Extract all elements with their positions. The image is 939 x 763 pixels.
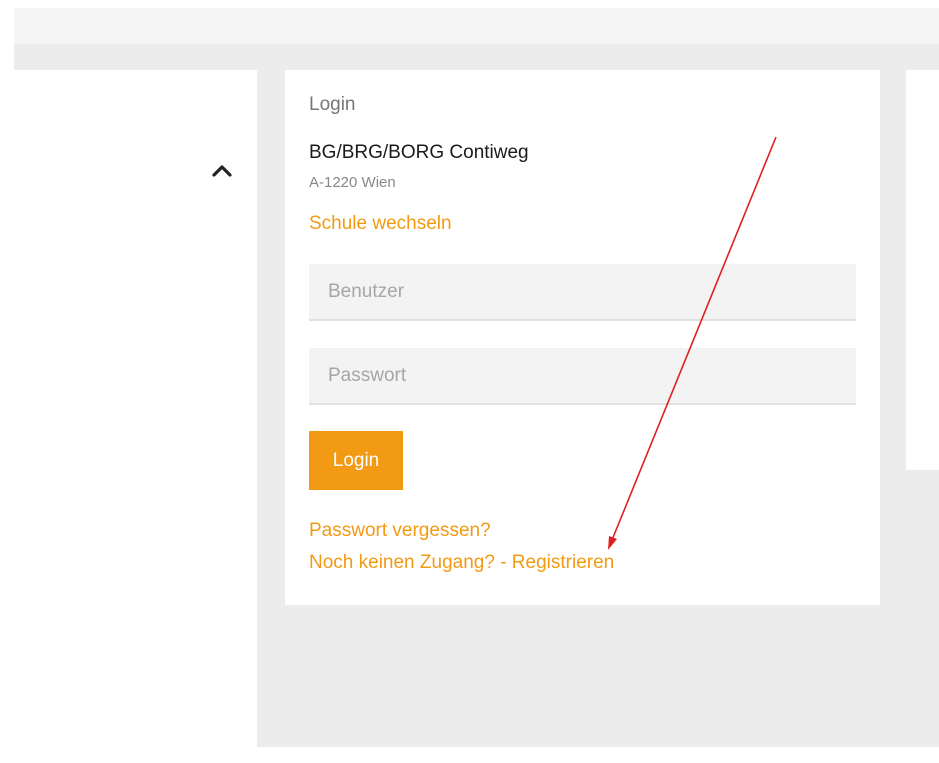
- forgot-password-link[interactable]: Passwort vergessen?: [309, 520, 491, 542]
- register-link[interactable]: Noch keinen Zugang? - Registrieren: [309, 552, 614, 574]
- school-address: A-1220 Wien: [309, 174, 396, 191]
- chevron-up-icon[interactable]: [210, 160, 234, 180]
- password-input[interactable]: [309, 348, 856, 405]
- top-bar: [14, 8, 939, 44]
- username-input[interactable]: [309, 264, 856, 321]
- login-card: Login BG/BRG/BORG Contiweg A-1220 Wien S…: [285, 70, 880, 605]
- change-school-link[interactable]: Schule wechseln: [309, 213, 452, 235]
- login-button[interactable]: Login: [309, 431, 403, 490]
- school-name: BG/BRG/BORG Contiweg: [309, 142, 529, 163]
- login-card-title: Login: [309, 94, 356, 115]
- right-panel: [906, 70, 939, 470]
